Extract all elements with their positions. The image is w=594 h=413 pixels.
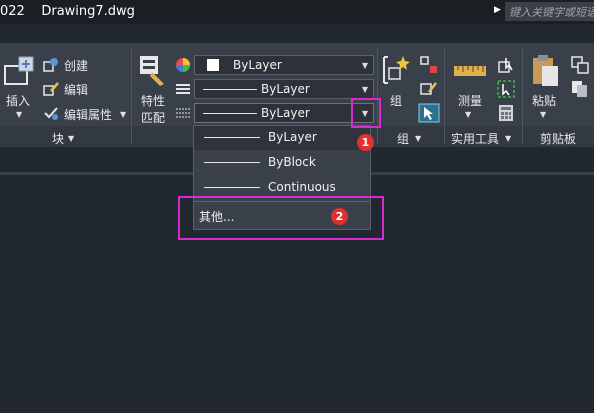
linetype-value: ByLayer [261,82,310,96]
chevron-down-icon[interactable]: ▼ [505,134,511,143]
lineweight-combo[interactable]: ByLayer ▼ [194,103,374,123]
edit-attributes-label[interactable]: 编辑属性 [64,106,112,123]
dropdown-option-byblock[interactable]: ByBlock [194,151,370,175]
chevron-down-icon[interactable]: ▼ [362,85,368,94]
option-label: ByLayer [268,130,317,144]
match-properties-label-2[interactable]: 匹配 [141,109,165,126]
option-label: ByBlock [268,155,316,169]
chevron-down-icon[interactable]: ▼ [68,134,74,143]
panel-separator [444,48,445,144]
color-combo[interactable]: ByLayer ▼ [194,55,374,75]
create-block-icon[interactable] [43,57,59,73]
lineweight-icon[interactable] [175,105,191,121]
line-sample [203,89,257,90]
edit-attributes-icon[interactable] [43,105,59,121]
groups-panel-label[interactable]: 组 [397,130,409,147]
edit-block-icon[interactable] [43,81,59,97]
group-edit-icon[interactable] [420,80,438,98]
step-badge-2: 2 [331,208,348,225]
chevron-down-icon[interactable]: ▼ [362,61,368,70]
copy-clip-icon[interactable] [571,56,589,74]
utilities-panel-label[interactable]: 实用工具 [451,130,499,147]
linetype-icon[interactable] [175,81,191,97]
line-sample [204,187,260,188]
panel-separator [522,48,523,144]
chevron-down-icon[interactable]: ▼ [415,134,421,143]
chevron-down-icon[interactable]: ▼ [540,110,546,119]
ungroup-icon[interactable] [420,56,438,74]
panel-separator [131,48,132,144]
search-input[interactable]: 键入关键字或短语 [505,2,594,21]
copy-icon[interactable] [571,80,589,98]
group-label[interactable]: 组 [390,92,402,109]
chevron-down-icon[interactable]: ▼ [120,110,126,119]
color-value: ByLayer [233,58,282,72]
line-sample [204,137,260,138]
block-panel-label[interactable]: 块 [52,130,64,147]
lineweight-value: ByLayer [261,106,310,120]
chevron-down-icon[interactable]: ▼ [16,110,22,119]
window-title: 022 Drawing7.dwg [0,4,135,19]
select-all-icon[interactable] [497,80,515,98]
paste-icon[interactable] [530,54,560,88]
dropdown-option-bylayer[interactable]: ByLayer [194,126,370,150]
match-properties-icon[interactable] [138,54,168,88]
paste-label[interactable]: 粘贴 [532,92,556,109]
search-placeholder: 键入关键字或短语 [509,6,594,19]
group-select-icon[interactable] [418,103,440,123]
calculator-icon[interactable] [498,104,514,122]
group-icon[interactable] [381,54,413,88]
expand-arrow-icon[interactable]: ▶ [494,5,501,15]
panel-separator [377,48,378,144]
color-wheel-icon[interactable] [175,57,191,73]
measure-label[interactable]: 测量 [458,92,482,109]
linetype-combo[interactable]: ByLayer ▼ [194,79,374,99]
edit-label[interactable]: 编辑 [64,81,88,98]
chevron-down-icon[interactable]: ▼ [465,110,471,119]
match-properties-label-1[interactable]: 特性 [141,92,165,109]
clipboard-panel-label[interactable]: 剪贴板 [540,130,576,147]
step-badge-1: 1 [357,134,374,151]
insert-label[interactable]: 插入 [6,92,30,109]
highlight-box-other [178,196,384,240]
highlight-box-arrow [351,98,381,128]
color-swatch [207,59,219,71]
line-sample [203,113,257,114]
option-label: Continuous [268,180,336,194]
quick-select-icon[interactable] [497,56,515,74]
measure-icon[interactable] [453,60,487,82]
line-sample [204,162,260,163]
insert-block-icon[interactable] [3,54,37,88]
create-label[interactable]: 创建 [64,57,88,74]
